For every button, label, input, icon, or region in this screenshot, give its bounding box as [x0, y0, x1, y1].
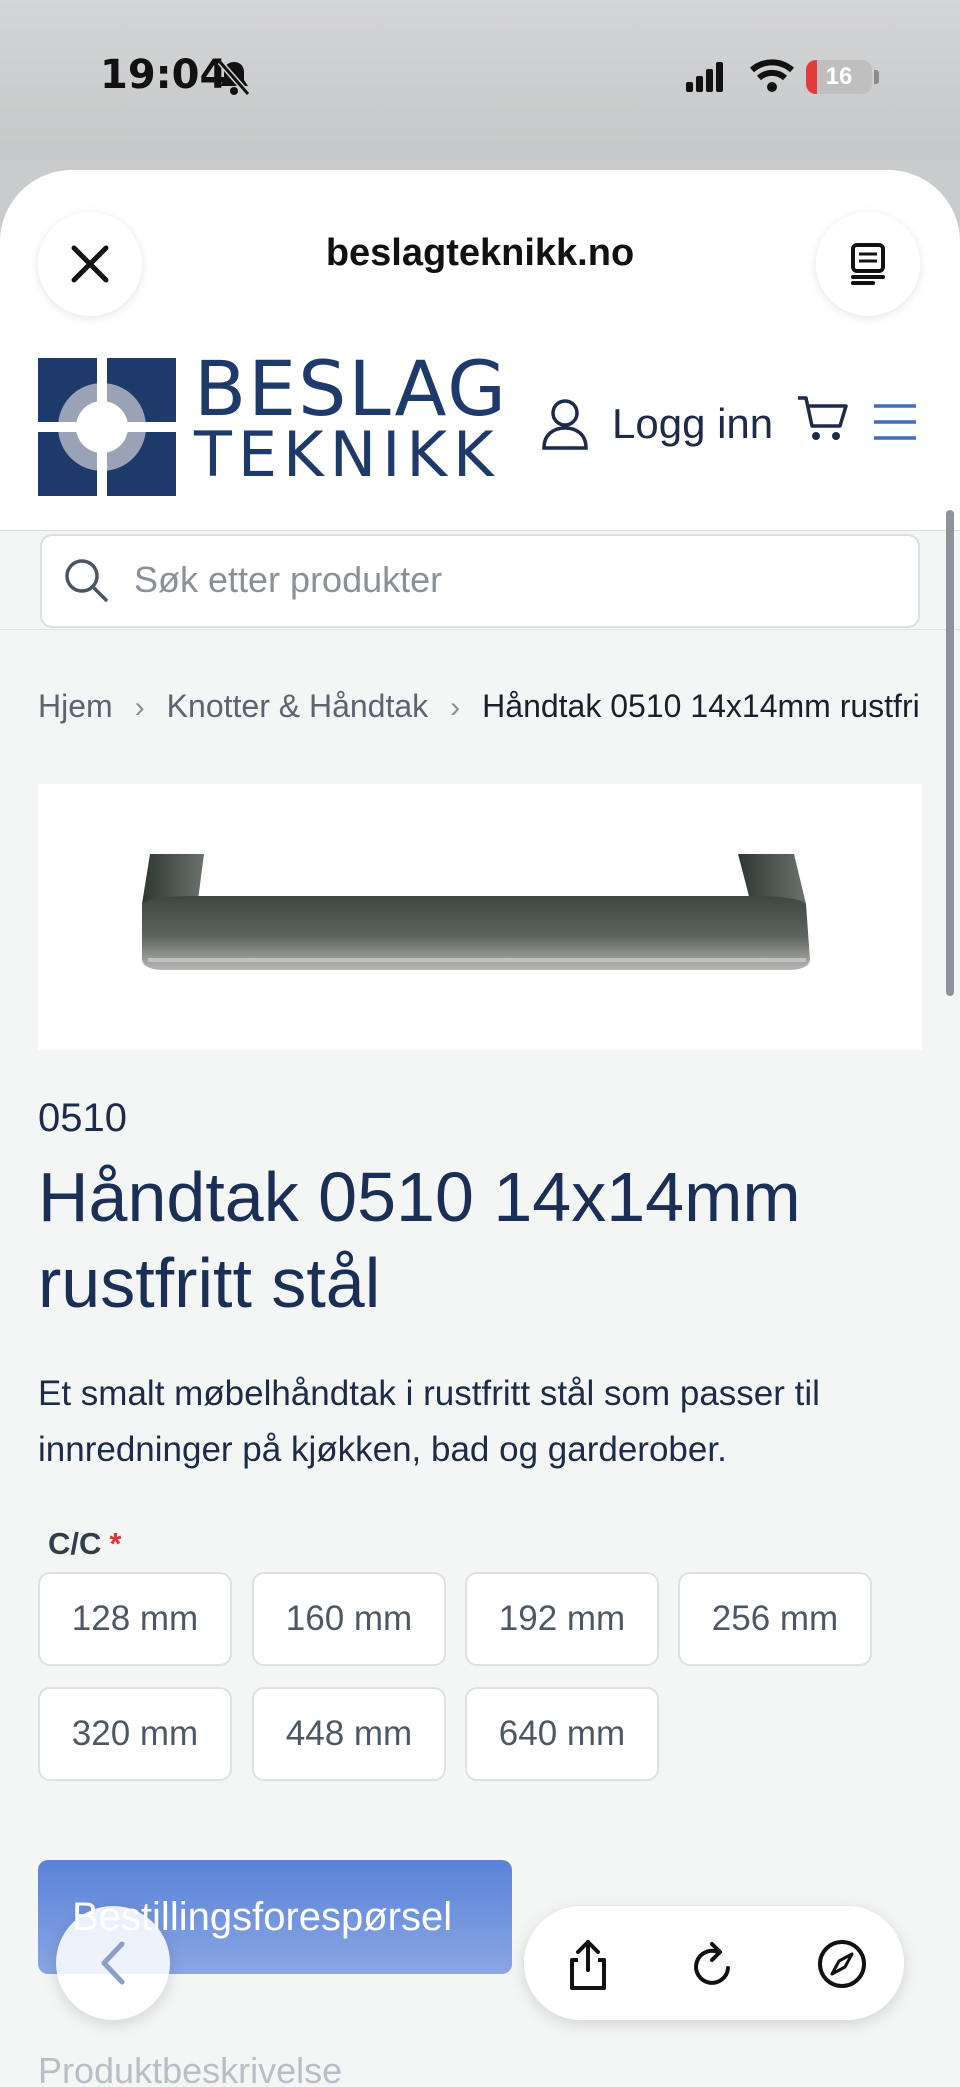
breadcrumb-category[interactable]: Knotter & Håndtak [167, 688, 428, 724]
browser-toolbar [524, 1906, 904, 2020]
required-marker: * [109, 1526, 122, 1561]
share-icon[interactable] [558, 1934, 618, 1994]
reader-mode-icon [851, 243, 885, 285]
option-320mm[interactable]: 320 mm [38, 1687, 232, 1781]
cart-icon[interactable] [796, 394, 848, 444]
option-256mm[interactable]: 256 mm [678, 1572, 872, 1666]
status-time: 19:04 [100, 52, 228, 98]
chevron-right-icon: › [134, 691, 145, 724]
scrollbar[interactable] [946, 510, 954, 996]
wifi-icon [750, 59, 794, 92]
option-192mm[interactable]: 192 mm [465, 1572, 659, 1666]
product-description: Et smalt møbelhåndtak i rustfritt stål s… [38, 1374, 820, 1469]
battery-percent: 16 [825, 63, 853, 90]
menu-icon[interactable] [872, 402, 918, 442]
breadcrumb-home[interactable]: Hjem [38, 688, 113, 724]
battery-cap [874, 70, 879, 84]
handle-product-photo [142, 854, 810, 970]
user-icon[interactable] [540, 398, 590, 450]
breadcrumb: Hjem › Knotter & Håndtak › Håndtak 0510 14x1… [38, 688, 918, 738]
search-input[interactable] [134, 550, 894, 610]
compass-icon[interactable] [812, 1934, 872, 1994]
option-640mm[interactable]: 640 mm [465, 1687, 659, 1781]
back-button[interactable] [56, 1906, 170, 2020]
bell-off-icon [217, 60, 251, 96]
login-link[interactable]: Logg inn [612, 400, 773, 448]
option-160mm[interactable]: 160 mm [252, 1572, 446, 1666]
breadcrumb-current: Håndtak 0510 14x14mm rustfritt stål [482, 688, 918, 724]
chevron-left-icon [101, 1941, 125, 1985]
status-bar: 19:04 16 [0, 0, 960, 160]
cellular-signal-icon [686, 62, 723, 92]
option-label: C/C * [48, 1526, 121, 1562]
beslagteknikk-logo[interactable] [38, 358, 176, 496]
reload-icon[interactable] [684, 1934, 744, 1994]
product-title: Håndtak 0510 14x14mm rustfritt stål [38, 1158, 801, 1322]
option-128mm[interactable]: 128 mm [38, 1572, 232, 1666]
chevron-right-icon: › [450, 691, 461, 724]
battery-indicator: 16 [806, 60, 872, 94]
product-sku: 0510 [38, 1096, 127, 1140]
browser-sheet: beslagteknikk.no BESLAG TEKNIKK Logg inn [0, 170, 960, 2087]
logo-text-line2: TEKNIKK [194, 418, 500, 491]
product-description-heading[interactable]: Produktbeskrivelse [38, 2050, 342, 2087]
option-label-text: C/C [48, 1526, 102, 1561]
option-448mm[interactable]: 448 mm [252, 1687, 446, 1781]
product-image[interactable] [38, 784, 922, 1050]
reader-mode-button[interactable] [816, 212, 920, 316]
search-icon [65, 559, 108, 602]
